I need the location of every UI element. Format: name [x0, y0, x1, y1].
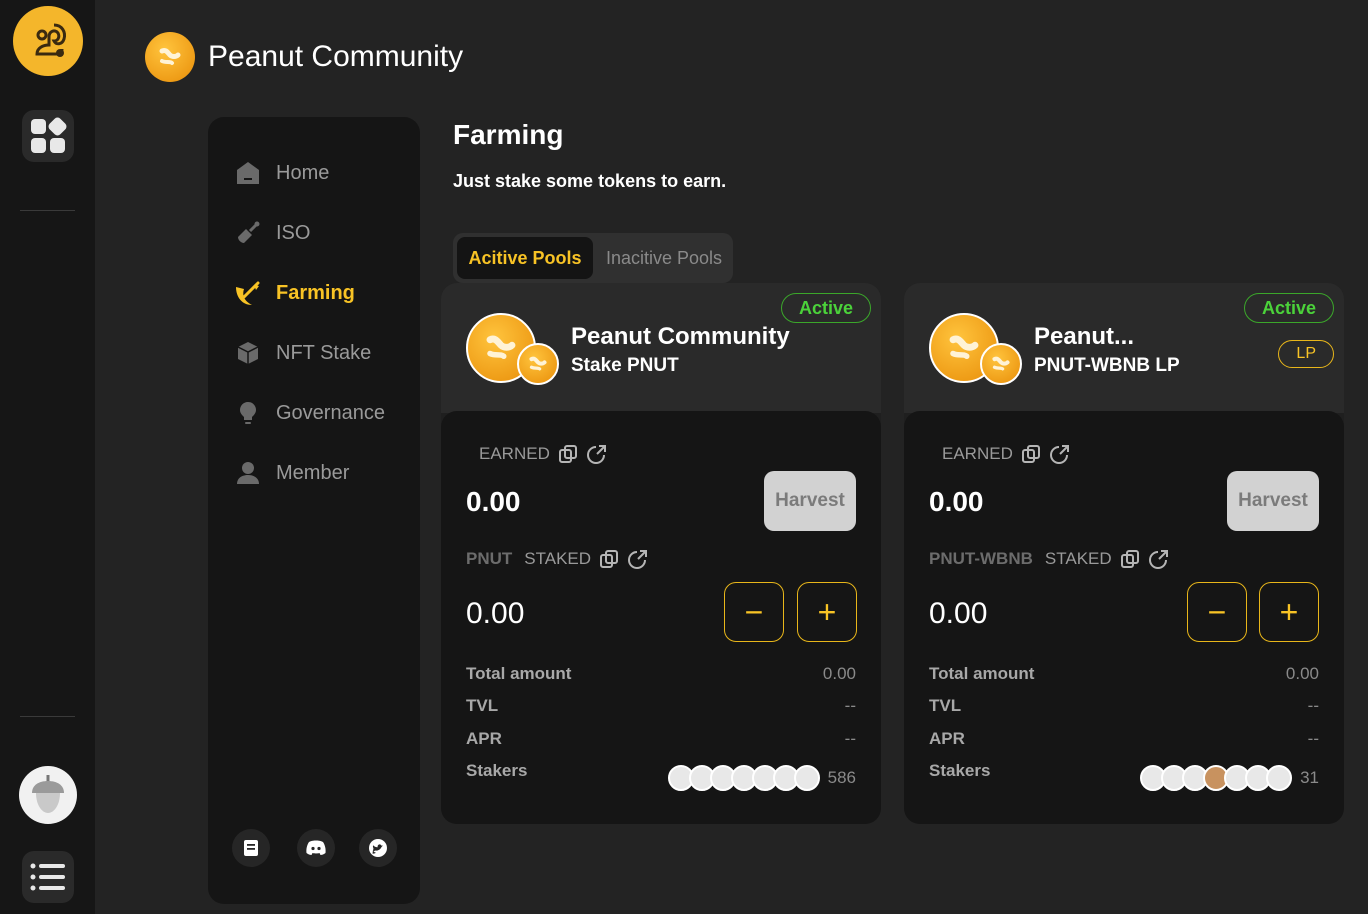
- status-badge: Active: [780, 293, 871, 323]
- rail-divider: [20, 716, 75, 717]
- stakers-count: 31: [1300, 768, 1319, 787]
- staked-label: STAKED: [524, 549, 592, 568]
- pool-card-header: Active LP Peanut... PNUT-WBNB LP: [904, 283, 1344, 413]
- tvl-value: --: [1307, 696, 1319, 715]
- external-link-icon[interactable]: [586, 443, 608, 465]
- apr-value: --: [844, 729, 856, 748]
- apr-label: APR: [929, 729, 965, 748]
- external-link-icon[interactable]: [1148, 548, 1170, 570]
- staked-label-row: PNUT STAKED: [466, 548, 649, 570]
- page-subtitle: Just stake some tokens to earn.: [453, 171, 727, 191]
- earned-label: EARNED: [942, 444, 1013, 463]
- unstake-minus-button[interactable]: −: [1187, 582, 1247, 642]
- status-badge: Active: [1243, 293, 1334, 323]
- peanut-logo-icon: [145, 32, 195, 82]
- pool-tabs: Acitive Pools Inacitive Pools: [453, 233, 733, 283]
- apps-grid-icon[interactable]: [22, 110, 74, 162]
- pool-card: Active Peanut Community Stake PNUT EARNE…: [441, 283, 881, 824]
- staked-token-label: PNUT: [466, 549, 513, 568]
- nav-item-farming[interactable]: Farming: [234, 278, 355, 308]
- unstake-minus-button[interactable]: −: [724, 582, 784, 642]
- tvl-label: TVL: [929, 696, 962, 715]
- staked-label-row: PNUT-WBNB STAKED: [929, 548, 1170, 570]
- nav-item-nft-stake[interactable]: NFT Stake: [234, 338, 371, 368]
- harvest-button[interactable]: Harvest: [1227, 471, 1319, 531]
- earned-label-row: EARNED: [479, 443, 608, 465]
- total-amount-value: 0.00: [1285, 664, 1319, 683]
- stake-plus-button[interactable]: +: [797, 582, 857, 642]
- tab-inactive-pools[interactable]: Inacitive Pools: [606, 237, 722, 279]
- nav-label: Governance: [276, 401, 385, 424]
- brand: Peanut Community: [145, 32, 463, 82]
- stakers-avatars: 586: [667, 765, 856, 791]
- peanut-token-small-icon: [980, 343, 1022, 385]
- earned-label: EARNED: [479, 444, 550, 463]
- external-link-icon[interactable]: [627, 548, 649, 570]
- tab-active-pools[interactable]: Acitive Pools: [457, 237, 593, 279]
- pool-subtitle: Stake PNUT: [571, 355, 679, 376]
- acorn-avatar-icon[interactable]: [19, 766, 77, 824]
- total-amount-value: 0.00: [822, 664, 856, 683]
- nav-label: Member: [276, 461, 350, 484]
- earned-value: 0.00: [466, 486, 521, 517]
- staked-token-label: PNUT-WBNB: [929, 549, 1033, 568]
- nav-label: ISO: [276, 221, 311, 244]
- stakers-label: Stakers: [466, 761, 528, 780]
- shovel-icon: [234, 219, 262, 247]
- side-navigation: Home ISO Farming NFT Stake Governance Me…: [208, 117, 420, 904]
- pool-card-header: Active Peanut Community Stake PNUT: [441, 283, 881, 413]
- squirrel-logo-icon[interactable]: [13, 6, 83, 76]
- apr-label: APR: [466, 729, 502, 748]
- peanut-token-small-icon: [517, 343, 559, 385]
- stake-plus-button[interactable]: +: [1259, 582, 1319, 642]
- page-title: Farming: [453, 119, 564, 150]
- staker-avatar: [1266, 765, 1293, 791]
- copy-icon[interactable]: [558, 444, 578, 464]
- home-icon: [234, 159, 262, 187]
- tvl-label: TVL: [466, 696, 499, 715]
- nav-label: Home: [276, 161, 330, 184]
- nav-item-member[interactable]: Member: [234, 458, 349, 488]
- user-icon: [234, 459, 262, 487]
- external-link-icon[interactable]: [1049, 443, 1071, 465]
- stakers-label: Stakers: [929, 761, 991, 780]
- copy-icon[interactable]: [1120, 549, 1140, 569]
- pool-card: Active LP Peanut... PNUT-WBNB LP EARNED …: [904, 283, 1344, 824]
- bulb-icon: [234, 399, 262, 427]
- nav-item-iso[interactable]: ISO: [234, 218, 310, 248]
- app-title: Peanut Community: [208, 40, 464, 73]
- staked-label: STAKED: [1044, 549, 1112, 568]
- pool-name: Peanut...: [1034, 323, 1135, 350]
- total-amount-label: Total amount: [466, 664, 572, 683]
- stakers-avatars: 31: [1140, 765, 1319, 791]
- twitter-icon[interactable]: [359, 829, 397, 867]
- harvest-button[interactable]: Harvest: [764, 471, 856, 531]
- nav-item-home[interactable]: Home: [234, 158, 329, 188]
- tvl-value: --: [844, 696, 856, 715]
- pool-name: Peanut Community: [571, 323, 790, 350]
- copy-icon[interactable]: [599, 549, 619, 569]
- pool-subtitle: PNUT-WBNB LP: [1034, 355, 1180, 376]
- app-rail: [0, 0, 95, 914]
- docs-icon[interactable]: [232, 829, 270, 867]
- farming-icon: [234, 279, 262, 307]
- total-amount-label: Total amount: [929, 664, 1035, 683]
- cube-icon: [234, 339, 262, 367]
- nav-label: NFT Stake: [276, 341, 372, 364]
- nav-label: Farming: [276, 281, 355, 304]
- earned-value: 0.00: [929, 486, 984, 517]
- nav-item-governance[interactable]: Governance: [234, 398, 385, 428]
- menu-list-icon[interactable]: [22, 851, 74, 903]
- apr-value: --: [1307, 729, 1319, 748]
- stakers-count: 586: [827, 768, 856, 787]
- staked-value: 0.00: [466, 597, 525, 630]
- copy-icon[interactable]: [1021, 444, 1041, 464]
- staker-avatar: [793, 765, 820, 791]
- discord-icon[interactable]: [297, 829, 335, 867]
- rail-divider: [20, 210, 75, 211]
- earned-label-row: EARNED: [942, 443, 1071, 465]
- lp-badge: LP: [1278, 340, 1334, 368]
- staked-value: 0.00: [929, 597, 988, 630]
